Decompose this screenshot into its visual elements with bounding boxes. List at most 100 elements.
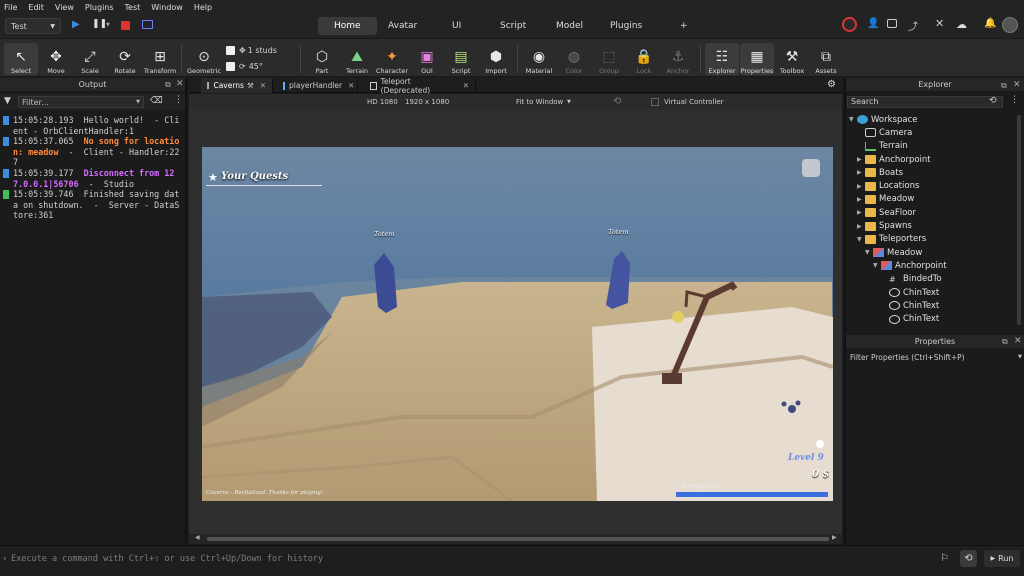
transform-tool-button[interactable]: ⊞ Transform: [143, 43, 177, 75]
stop-icon[interactable]: [121, 21, 130, 30]
explorer-item[interactable]: ▶ Spawns: [857, 219, 912, 232]
studs-value[interactable]: 1 studs: [248, 46, 277, 55]
lock-button[interactable]: 🔒 Lock: [627, 43, 661, 75]
menu-test[interactable]: Test: [125, 3, 141, 12]
menu-view[interactable]: View: [55, 3, 74, 12]
explorer-item[interactable]: ▶ Meadow: [857, 193, 914, 206]
scroll-right-icon[interactable]: ▶: [832, 534, 837, 541]
chevron-right-icon[interactable]: ▶: [857, 169, 865, 176]
close-icon[interactable]: ✕: [1013, 80, 1021, 90]
explorer-item[interactable]: ▼ Anchorpoint: [873, 259, 947, 272]
explorer-scrollbar[interactable]: [1017, 115, 1021, 325]
select-tool-button[interactable]: ↖ Select: [4, 43, 38, 75]
popout-icon[interactable]: ⧉: [1001, 81, 1007, 91]
character-button[interactable]: ✦ Character: [375, 43, 409, 75]
angle-value[interactable]: 45°: [249, 62, 263, 71]
chat-icon[interactable]: [887, 19, 897, 28]
chevron-right-icon[interactable]: ▶: [857, 209, 865, 216]
color-button[interactable]: ◍ Color: [557, 43, 591, 75]
rotate-device-icon[interactable]: ⟲: [613, 96, 621, 107]
explorer-item[interactable]: ▼ Workspace: [849, 113, 917, 126]
tab-ui[interactable]: UI: [436, 17, 477, 35]
record-icon[interactable]: [842, 17, 857, 32]
pause-icon[interactable]: ❚❚: [92, 19, 107, 29]
terrain-button[interactable]: ⛰ Terrain: [340, 43, 374, 75]
game-viewport[interactable]: ★ Your Quests Totem Totem Level 9 0 $ XP…: [202, 147, 833, 501]
tab-script[interactable]: Script: [484, 17, 542, 35]
material-button[interactable]: ◉ Material: [522, 43, 556, 75]
menu-file[interactable]: File: [4, 3, 17, 12]
chevron-right-icon[interactable]: ▶: [857, 183, 865, 190]
cloud-icon[interactable]: ☁: [956, 18, 967, 31]
explorer-item[interactable]: ChinText: [881, 299, 939, 312]
tab-caverns[interactable]: Caverns ⚒ ✕: [201, 78, 273, 93]
history-icon[interactable]: ⟲: [960, 550, 977, 567]
share-icon[interactable]: ⤴: [908, 18, 918, 33]
tab-teleport[interactable]: Teleport (Deprecated) ✕: [364, 77, 476, 95]
import-button[interactable]: ⬢ Import: [479, 43, 513, 75]
more-icon[interactable]: ⋮: [1010, 95, 1019, 105]
chevron-down-icon[interactable]: ▼: [865, 249, 873, 256]
chevron-down-icon[interactable]: ▼: [849, 116, 857, 123]
history-icon[interactable]: ⟲: [989, 96, 997, 106]
tab-playerhandler[interactable]: playerHandler ✕: [277, 78, 358, 93]
properties-button[interactable]: ▦ Properties: [740, 43, 774, 75]
explorer-item[interactable]: Terrain: [857, 140, 908, 153]
scale-tool-button[interactable]: ⤢ Scale: [73, 43, 107, 75]
explorer-item[interactable]: ▶ Locations: [857, 180, 919, 193]
explorer-item[interactable]: ChinText: [881, 286, 939, 299]
add-user-icon[interactable]: 👤: [867, 18, 879, 29]
chevron-down-icon[interactable]: ▼: [106, 22, 110, 28]
close-icon[interactable]: ✕: [260, 81, 266, 90]
output-filter-input[interactable]: Filter... ▼: [18, 96, 144, 108]
mode-select[interactable]: Test ▼: [5, 18, 61, 34]
gear-icon[interactable]: ⚙: [827, 79, 836, 90]
bookmark-icon[interactable]: ⚐: [940, 553, 949, 564]
virtual-controller-checkbox[interactable]: [651, 98, 659, 106]
device-icon[interactable]: [142, 20, 153, 29]
chevron-right-icon[interactable]: ▶: [857, 196, 865, 203]
clear-output-icon[interactable]: ⌫: [150, 96, 163, 106]
toolbox-button[interactable]: ⚒ Toolbox: [775, 43, 809, 75]
menu-edit[interactable]: Edit: [28, 3, 44, 12]
part-button[interactable]: ⬡ Part: [305, 43, 339, 75]
chevron-down-icon[interactable]: ▼: [873, 262, 881, 269]
popout-icon[interactable]: ⧉: [1002, 337, 1008, 347]
device-select[interactable]: HD 1080: [367, 98, 398, 106]
tab-add[interactable]: +: [664, 17, 704, 35]
viewport-horizontal-scrollbar[interactable]: ◀ ▶: [189, 534, 842, 544]
script-button[interactable]: ▤ Script: [444, 43, 478, 75]
run-button[interactable]: ▶ Run: [984, 550, 1020, 567]
rotate-tool-button[interactable]: ⟳ Rotate: [108, 43, 142, 75]
explorer-item[interactable]: ChinText: [881, 313, 939, 326]
tab-model[interactable]: Model: [540, 17, 599, 35]
chevron-right-icon[interactable]: ▶: [857, 156, 865, 163]
command-input[interactable]: Execute a command with Ctrl+⇧ or use Ctr…: [11, 554, 911, 564]
explorer-button[interactable]: ☷ Explorer: [705, 43, 739, 75]
group-button[interactable]: ⬚ Group: [592, 43, 626, 75]
avatar[interactable]: [1002, 17, 1018, 33]
popout-icon[interactable]: ⧉: [165, 80, 171, 90]
close-icon[interactable]: ✕: [348, 81, 354, 90]
tab-avatar[interactable]: Avatar: [372, 17, 433, 35]
chevron-down-icon[interactable]: ▼: [857, 236, 865, 243]
scroll-left-icon[interactable]: ◀: [195, 534, 200, 541]
assets-button[interactable]: ⧉ Assets: [809, 43, 843, 75]
gui-button[interactable]: ▣ GUI: [410, 43, 444, 75]
explorer-item[interactable]: # BindedTo: [881, 273, 942, 286]
collab-icon[interactable]: ✕: [935, 17, 944, 30]
geometric-button[interactable]: ⊙ Geometric: [186, 43, 222, 75]
menu-plugins[interactable]: Plugins: [85, 3, 114, 12]
quests-title[interactable]: Your Quests: [221, 171, 288, 182]
close-icon[interactable]: ✕: [463, 81, 469, 90]
close-icon[interactable]: ✕: [1014, 336, 1022, 346]
checkbox-icon[interactable]: [226, 46, 235, 55]
play-icon[interactable]: ▶: [72, 19, 80, 30]
properties-filter[interactable]: Filter Properties (Ctrl+Shift+P) ▼: [848, 351, 1022, 363]
checkbox-icon[interactable]: [226, 62, 235, 71]
scrollbar-thumb[interactable]: [207, 537, 829, 541]
menu-window[interactable]: Window: [151, 3, 183, 12]
fit-select[interactable]: Fit to Window: [516, 98, 563, 106]
explorer-item[interactable]: ▶ Boats: [857, 166, 903, 179]
filter-icon[interactable]: ▼: [4, 96, 11, 106]
